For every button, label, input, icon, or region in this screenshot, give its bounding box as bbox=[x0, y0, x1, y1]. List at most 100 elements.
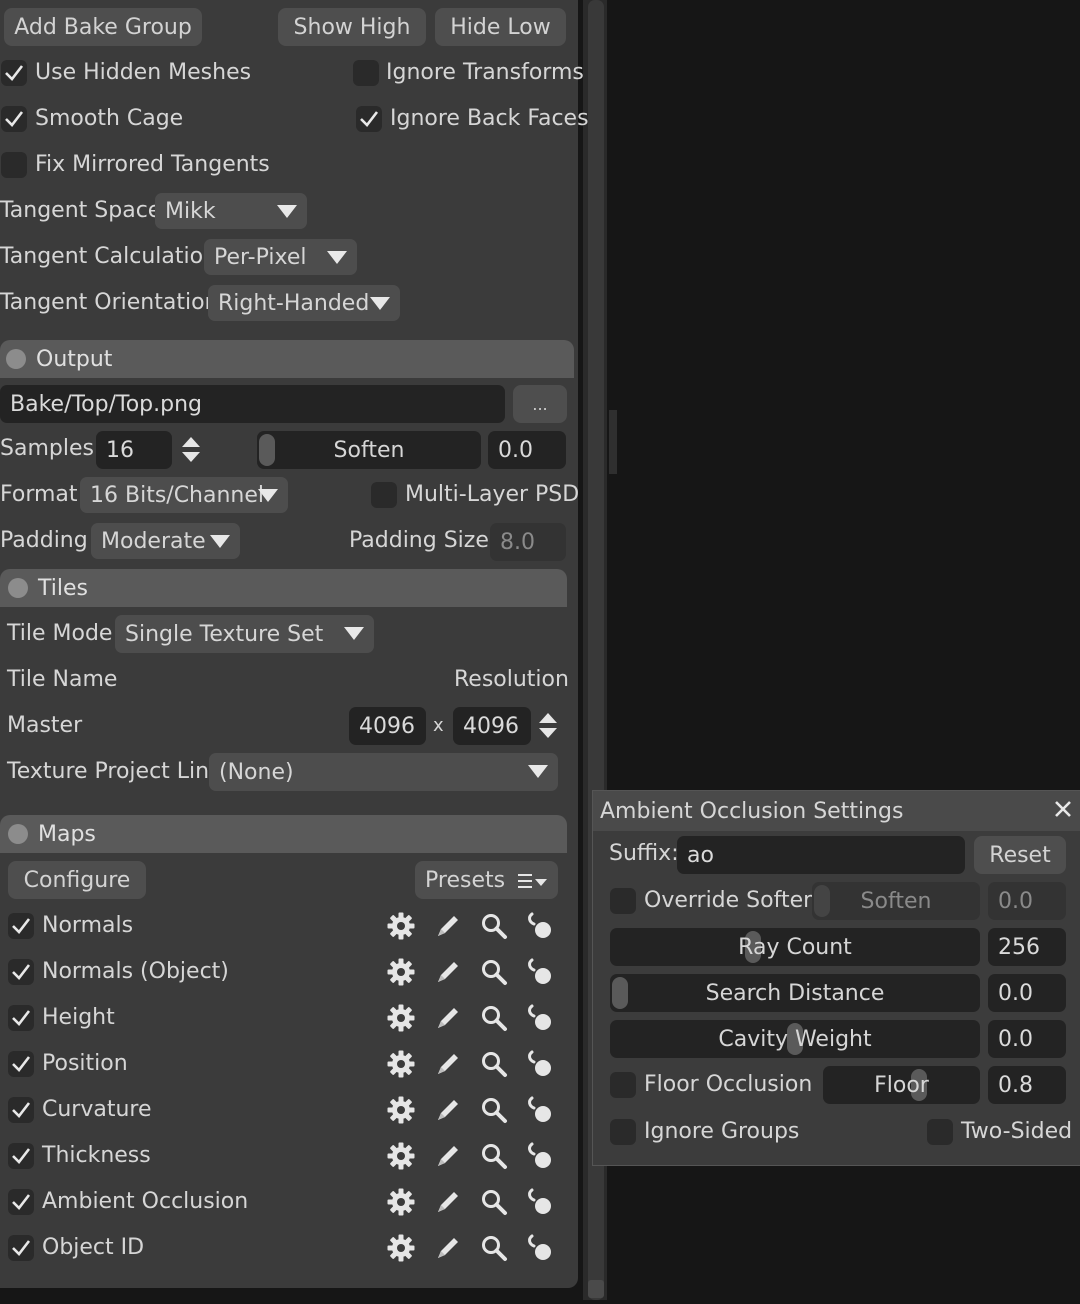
two-sided-checkbox[interactable] bbox=[927, 1119, 953, 1145]
smooth-cage-checkbox[interactable] bbox=[1, 106, 27, 132]
ray-count-slider[interactable]: Ray Count bbox=[610, 928, 980, 966]
output-section-header[interactable]: Output bbox=[0, 340, 574, 378]
tiles-section-header[interactable]: Tiles bbox=[0, 569, 567, 607]
color-picker-icon[interactable] bbox=[525, 1049, 555, 1079]
scrollbar-down-arrow[interactable] bbox=[588, 1280, 604, 1298]
padding-dropdown[interactable]: Moderate bbox=[91, 523, 240, 559]
multi-layer-psd-checkbox[interactable] bbox=[371, 482, 397, 508]
map-enabled-checkbox[interactable] bbox=[8, 1143, 34, 1169]
color-picker-icon[interactable] bbox=[525, 1141, 555, 1171]
panel-splitter[interactable] bbox=[609, 410, 617, 474]
output-header-label: Output bbox=[36, 346, 113, 372]
magnifier-icon[interactable] bbox=[479, 911, 509, 941]
ao-soften-value[interactable]: 0.0 bbox=[988, 882, 1066, 920]
texture-project-link-dropdown[interactable]: (None) bbox=[209, 753, 558, 791]
ao-soften-slider[interactable]: Soften bbox=[812, 882, 980, 920]
color-picker-icon[interactable] bbox=[525, 1095, 555, 1125]
close-icon[interactable] bbox=[1053, 799, 1073, 819]
use-hidden-meshes-checkbox[interactable] bbox=[1, 60, 27, 86]
soften-slider[interactable]: Soften bbox=[257, 431, 481, 469]
color-picker-icon[interactable] bbox=[525, 1187, 555, 1217]
magnifier-icon[interactable] bbox=[479, 1049, 509, 1079]
tangent-calculation-dropdown[interactable]: Per-Pixel bbox=[204, 239, 357, 275]
color-picker-icon[interactable] bbox=[525, 1003, 555, 1033]
ignore-transforms-checkbox[interactable] bbox=[353, 60, 379, 86]
slider-handle[interactable] bbox=[814, 885, 830, 917]
output-path-field[interactable]: Bake/Top/Top.png bbox=[0, 385, 505, 423]
hide-low-button[interactable]: Hide Low bbox=[435, 8, 566, 46]
search-distance-slider[interactable]: Search Distance bbox=[610, 974, 980, 1012]
check-icon bbox=[12, 1102, 31, 1118]
fix-mirrored-tangents-checkbox[interactable] bbox=[1, 152, 27, 178]
samples-field[interactable]: 16 bbox=[96, 431, 172, 469]
tangent-orientation-dropdown[interactable]: Right-Handed bbox=[208, 285, 400, 321]
ignore-groups-label: Ignore Groups bbox=[644, 1119, 800, 1144]
add-bake-group-button[interactable]: Add Bake Group bbox=[4, 8, 202, 46]
ray-count-value[interactable]: 256 bbox=[988, 928, 1066, 966]
pencil-icon[interactable] bbox=[433, 957, 463, 987]
magnifier-icon[interactable] bbox=[479, 957, 509, 987]
map-enabled-checkbox[interactable] bbox=[8, 1235, 34, 1261]
color-picker-icon[interactable] bbox=[525, 911, 555, 941]
slider-handle[interactable] bbox=[612, 977, 628, 1009]
resolution-width-field[interactable]: 4096 bbox=[349, 707, 426, 745]
show-high-button[interactable]: Show High bbox=[278, 8, 426, 46]
floor-value[interactable]: 0.8 bbox=[988, 1066, 1066, 1104]
magnifier-icon[interactable] bbox=[479, 1233, 509, 1263]
ignore-back-faces-checkbox[interactable] bbox=[356, 106, 382, 132]
padding-size-field[interactable]: 8.0 bbox=[490, 523, 566, 561]
cavity-weight-slider[interactable]: Cavity Weight bbox=[610, 1020, 980, 1058]
slider-handle[interactable] bbox=[259, 434, 275, 466]
magnifier-icon[interactable] bbox=[479, 1003, 509, 1033]
tangent-orientation-value: Right-Handed bbox=[218, 290, 370, 316]
tile-mode-dropdown[interactable]: Single Texture Set bbox=[115, 615, 374, 653]
color-picker-icon[interactable] bbox=[525, 1233, 555, 1263]
magnifier-icon[interactable] bbox=[479, 1187, 509, 1217]
gear-icon[interactable] bbox=[386, 1003, 416, 1033]
magnifier-icon[interactable] bbox=[479, 1141, 509, 1171]
spinner-icon[interactable] bbox=[181, 435, 201, 465]
suffix-field[interactable]: ao bbox=[677, 836, 965, 874]
cavity-weight-value[interactable]: 0.0 bbox=[988, 1020, 1066, 1058]
gear-icon[interactable] bbox=[386, 957, 416, 987]
gear-icon[interactable] bbox=[386, 1049, 416, 1079]
gear-icon[interactable] bbox=[386, 1233, 416, 1263]
map-enabled-checkbox[interactable] bbox=[8, 1189, 34, 1215]
magnifier-icon[interactable] bbox=[479, 1095, 509, 1125]
gear-icon[interactable] bbox=[386, 1095, 416, 1125]
pencil-icon[interactable] bbox=[433, 1187, 463, 1217]
browse-output-button[interactable]: ... bbox=[513, 385, 567, 423]
pencil-icon[interactable] bbox=[433, 1141, 463, 1171]
gear-icon[interactable] bbox=[386, 1141, 416, 1171]
gear-icon[interactable] bbox=[386, 1187, 416, 1217]
override-soften-label: Override Soften bbox=[644, 888, 818, 913]
map-enabled-checkbox[interactable] bbox=[8, 1097, 34, 1123]
resolution-height-field[interactable]: 4096 bbox=[453, 707, 531, 745]
search-distance-value[interactable]: 0.0 bbox=[988, 974, 1066, 1012]
map-enabled-checkbox[interactable] bbox=[8, 1005, 34, 1031]
override-soften-checkbox[interactable] bbox=[610, 888, 636, 914]
maps-section-header[interactable]: Maps bbox=[0, 815, 567, 853]
spinner-icon[interactable] bbox=[538, 711, 558, 741]
pencil-icon[interactable] bbox=[433, 1095, 463, 1125]
pencil-icon[interactable] bbox=[433, 1003, 463, 1033]
soften-value-field[interactable]: 0.0 bbox=[488, 431, 566, 469]
pencil-icon[interactable] bbox=[433, 1233, 463, 1263]
map-enabled-checkbox[interactable] bbox=[8, 959, 34, 985]
reset-button[interactable]: Reset bbox=[974, 836, 1066, 874]
presets-button[interactable]: Presets bbox=[415, 861, 558, 899]
tangent-space-dropdown[interactable]: Mikk bbox=[155, 193, 307, 229]
configure-button[interactable]: Configure bbox=[8, 861, 146, 899]
map-enabled-checkbox[interactable] bbox=[8, 913, 34, 939]
format-dropdown[interactable]: 16 Bits/Channel bbox=[80, 477, 288, 513]
gear-icon[interactable] bbox=[386, 911, 416, 941]
pencil-icon[interactable] bbox=[433, 1049, 463, 1079]
floor-occlusion-checkbox[interactable] bbox=[610, 1072, 636, 1098]
map-label: Normals (Object) bbox=[42, 959, 229, 984]
floor-slider[interactable]: Floor bbox=[823, 1066, 980, 1104]
color-picker-icon[interactable] bbox=[525, 957, 555, 987]
master-tile-label: Master bbox=[7, 713, 83, 738]
map-enabled-checkbox[interactable] bbox=[8, 1051, 34, 1077]
ignore-groups-checkbox[interactable] bbox=[610, 1119, 636, 1145]
pencil-icon[interactable] bbox=[433, 911, 463, 941]
